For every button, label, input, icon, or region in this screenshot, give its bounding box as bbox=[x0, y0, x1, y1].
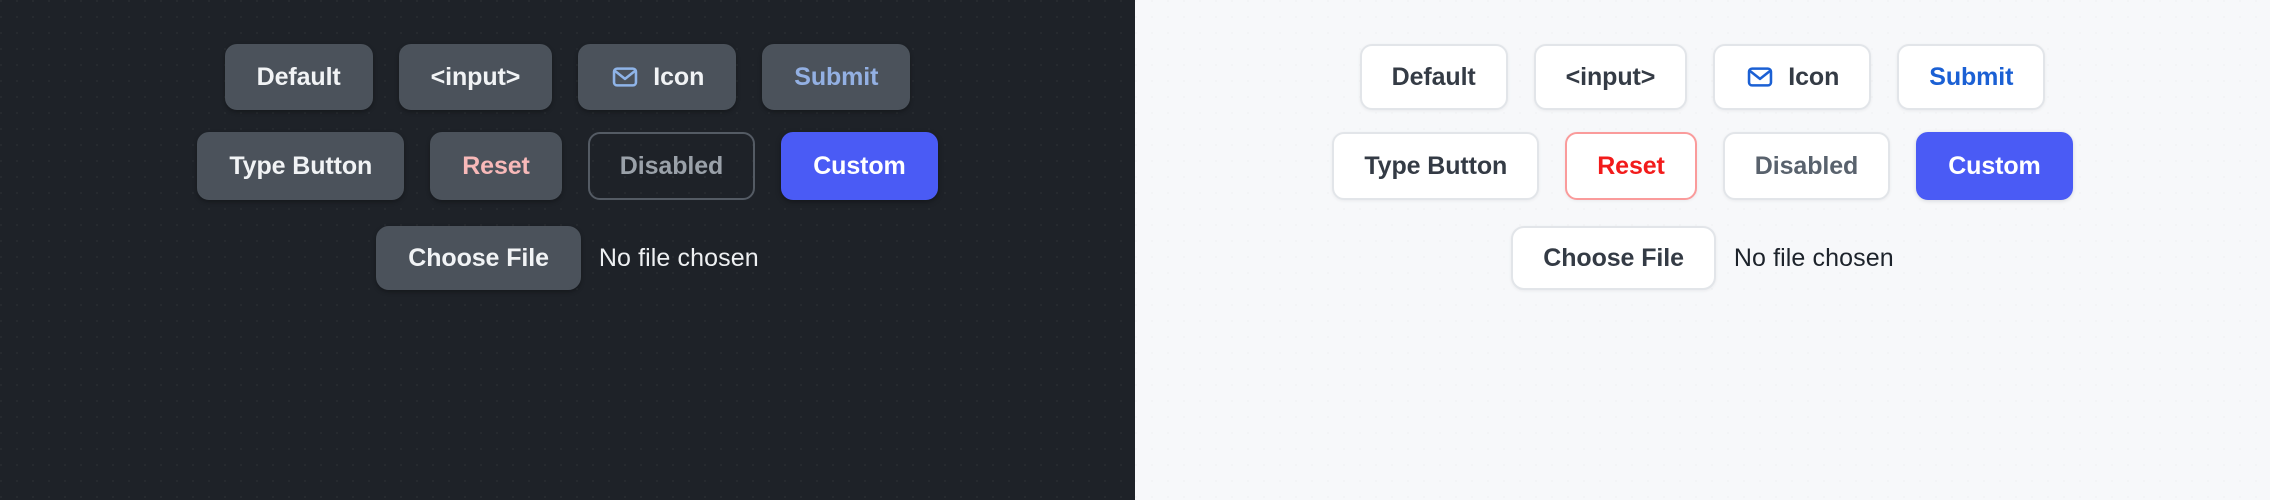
input-button[interactable]: <input> bbox=[1533, 44, 1688, 110]
reset-button-label: Reset bbox=[1597, 151, 1665, 180]
button-showcase-stage: Default <input> Icon Submit Type Button … bbox=[0, 0, 2270, 500]
disabled-button-label: Disabled bbox=[1754, 151, 1859, 180]
disabled-button: Disabled bbox=[587, 132, 756, 200]
type-button[interactable]: Type Button bbox=[1332, 132, 1540, 200]
choose-file-button-label: Choose File bbox=[408, 243, 549, 272]
input-button-label: <input> bbox=[430, 62, 521, 91]
choose-file-button-label: Choose File bbox=[1543, 243, 1684, 272]
choose-file-button[interactable]: Choose File bbox=[1511, 226, 1716, 290]
disabled-button-label: Disabled bbox=[619, 151, 724, 180]
dark-button-row-secondary: Type Button Reset Disabled Custom bbox=[0, 132, 1135, 200]
file-status-text: No file chosen bbox=[598, 243, 759, 272]
dark-button-row-primary: Default <input> Icon Submit bbox=[0, 44, 1135, 110]
type-button-label: Type Button bbox=[1364, 151, 1508, 180]
light-theme-panel: Default <input> Icon Submit Type Button … bbox=[1135, 0, 2270, 500]
custom-button-label: Custom bbox=[813, 151, 906, 180]
custom-button-label: Custom bbox=[1948, 151, 2041, 180]
file-input[interactable]: Choose File No file chosen bbox=[376, 226, 759, 290]
default-button[interactable]: Default bbox=[224, 44, 373, 110]
input-button-label: <input> bbox=[1565, 62, 1656, 91]
default-button-label: Default bbox=[1391, 62, 1476, 91]
type-button-label: Type Button bbox=[229, 151, 373, 180]
submit-button[interactable]: Submit bbox=[762, 44, 911, 110]
dark-file-input-row: Choose File No file chosen bbox=[0, 226, 1135, 290]
light-button-row-primary: Default <input> Icon Submit bbox=[1135, 44, 2270, 110]
reset-button[interactable]: Reset bbox=[1565, 132, 1697, 200]
icon-button[interactable]: Icon bbox=[578, 44, 737, 110]
icon-button-label: Icon bbox=[1788, 62, 1840, 91]
icon-button-label: Icon bbox=[653, 62, 705, 91]
envelope-icon bbox=[610, 62, 640, 92]
input-button[interactable]: <input> bbox=[398, 44, 553, 110]
light-button-row-secondary: Type Button Reset Disabled Custom bbox=[1135, 132, 2270, 200]
submit-button-label: Submit bbox=[794, 62, 879, 91]
default-button-label: Default bbox=[256, 62, 341, 91]
custom-button[interactable]: Custom bbox=[781, 132, 938, 200]
envelope-icon bbox=[1745, 62, 1775, 92]
file-input[interactable]: Choose File No file chosen bbox=[1511, 226, 1894, 290]
light-file-input-row: Choose File No file chosen bbox=[1135, 226, 2270, 290]
choose-file-button[interactable]: Choose File bbox=[376, 226, 581, 290]
type-button[interactable]: Type Button bbox=[197, 132, 405, 200]
disabled-button: Disabled bbox=[1722, 132, 1891, 200]
file-status-text: No file chosen bbox=[1733, 243, 1894, 272]
icon-button[interactable]: Icon bbox=[1713, 44, 1872, 110]
submit-button[interactable]: Submit bbox=[1897, 44, 2046, 110]
dark-theme-panel: Default <input> Icon Submit Type Button … bbox=[0, 0, 1135, 500]
reset-button[interactable]: Reset bbox=[430, 132, 562, 200]
default-button[interactable]: Default bbox=[1359, 44, 1508, 110]
submit-button-label: Submit bbox=[1929, 62, 2014, 91]
custom-button[interactable]: Custom bbox=[1916, 132, 2073, 200]
reset-button-label: Reset bbox=[462, 151, 530, 180]
